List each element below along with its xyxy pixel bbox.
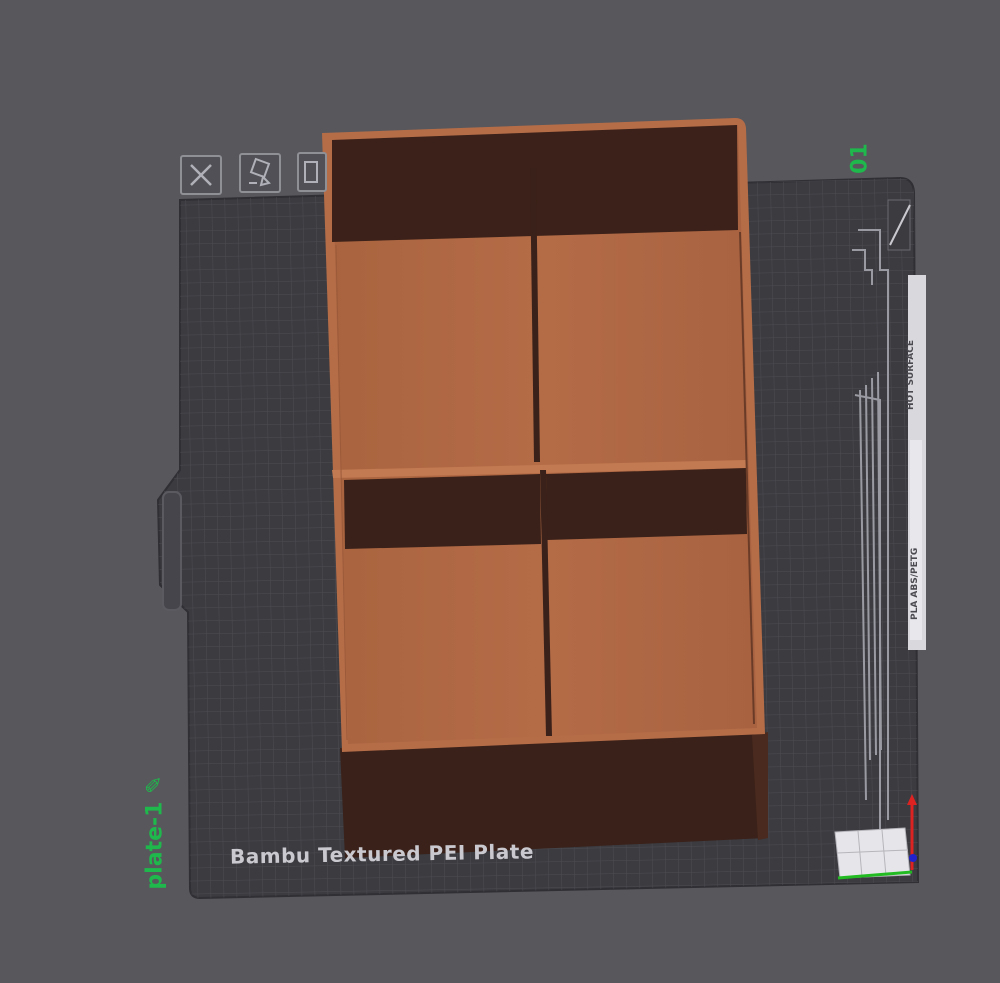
arrange-button[interactable] [297, 152, 327, 192]
plate-name-label[interactable]: plate-1 ✎ [143, 748, 168, 918]
material-label: PLA ABS/PETG [910, 547, 920, 620]
hot-surface-label: HOT SURFACE [906, 339, 916, 410]
plate-number: 01 [847, 143, 873, 174]
auto-orient-button[interactable] [239, 153, 281, 193]
plate-name-text: plate-1 [142, 801, 168, 890]
model-box[interactable] [322, 118, 768, 858]
close-plate-button[interactable] [180, 155, 222, 195]
arrange-icon [304, 161, 318, 183]
auto-orient-icon [249, 157, 271, 187]
origin-cube [834, 827, 911, 879]
3d-viewport[interactable]: 01 plate-1 ✎ Bambu Textured PEI Plate HO… [0, 0, 1000, 983]
edit-icon[interactable]: ✎ [143, 775, 168, 793]
close-icon [190, 164, 212, 186]
